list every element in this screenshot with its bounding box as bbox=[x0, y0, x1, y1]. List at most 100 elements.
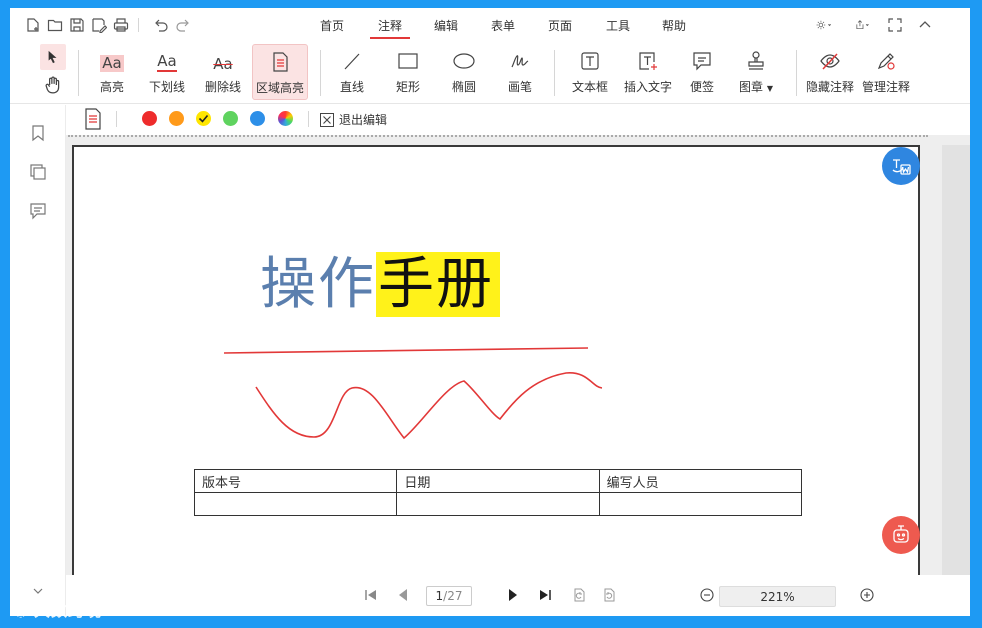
sticky-note-icon bbox=[691, 44, 713, 72]
underline-icon: Aa bbox=[157, 52, 177, 72]
save-as-icon[interactable] bbox=[90, 16, 108, 34]
table-header-cell: 编写人员 bbox=[598, 469, 803, 493]
color-swatch-yellow[interactable] bbox=[196, 111, 211, 126]
bookmark-icon[interactable] bbox=[29, 124, 47, 142]
select-tool[interactable] bbox=[40, 44, 66, 70]
ellipse-tool[interactable]: 椭圆 bbox=[450, 44, 478, 100]
collapse-ribbon-icon[interactable] bbox=[916, 16, 934, 34]
comments-icon[interactable] bbox=[29, 202, 47, 220]
tab-form[interactable]: 表单 bbox=[491, 17, 515, 34]
stamp-icon bbox=[745, 44, 767, 72]
tab-page[interactable]: 页面 bbox=[548, 17, 572, 34]
rectangle-tool[interactable]: 矩形 bbox=[394, 44, 422, 100]
new-file-icon[interactable] bbox=[24, 16, 42, 34]
close-box-icon bbox=[320, 112, 334, 127]
rotate-left-icon[interactable] bbox=[570, 586, 588, 604]
ellipse-icon bbox=[453, 44, 475, 72]
version-table: 版本号 日期 编写人员 bbox=[193, 469, 803, 516]
print-icon[interactable] bbox=[112, 16, 130, 34]
rectangle-icon bbox=[397, 44, 419, 72]
page-number-input[interactable]: 1/27 bbox=[426, 586, 472, 606]
sticky-note-tool[interactable]: 便签 bbox=[688, 44, 716, 100]
robot-icon bbox=[893, 525, 909, 543]
redo-icon[interactable] bbox=[174, 16, 192, 34]
divider bbox=[554, 50, 555, 96]
hand-tool-icon[interactable] bbox=[44, 76, 64, 96]
divider bbox=[320, 50, 321, 96]
color-swatch-red[interactable] bbox=[142, 111, 157, 126]
open-folder-icon[interactable] bbox=[46, 16, 64, 34]
zoom-level-input[interactable]: 221% bbox=[719, 586, 836, 607]
document-viewport[interactable]: 操作手册 版本号 日期 编写人员 bbox=[66, 135, 970, 575]
divider bbox=[78, 50, 79, 96]
stamp-tool[interactable]: 图章 ▼ bbox=[736, 44, 776, 100]
table-cell bbox=[598, 492, 803, 516]
color-swatch-orange[interactable] bbox=[169, 111, 184, 126]
color-swatch-green[interactable] bbox=[223, 111, 238, 126]
area-highlight-icon bbox=[269, 45, 291, 73]
strikethrough-icon: Aa bbox=[213, 55, 233, 73]
prev-page-icon[interactable] bbox=[394, 586, 412, 604]
table-cell bbox=[396, 492, 600, 516]
thumbnails-icon[interactable] bbox=[29, 163, 47, 181]
tab-edit[interactable]: 编辑 bbox=[434, 17, 458, 34]
table-row bbox=[193, 492, 803, 516]
pen-icon bbox=[509, 44, 531, 72]
ai-assistant-button[interactable] bbox=[882, 516, 920, 554]
color-swatch-blue[interactable] bbox=[250, 111, 265, 126]
next-page-icon[interactable] bbox=[504, 586, 522, 604]
tab-help[interactable]: 帮助 bbox=[662, 17, 686, 34]
table-header-cell: 版本号 bbox=[193, 469, 398, 493]
document-page[interactable]: 操作手册 版本号 日期 编写人员 bbox=[72, 145, 920, 575]
annotation-ribbon: Aa 高亮 Aa 下划线 Aa 删除线 区域高亮 直线 矩形 椭圆 画笔 文本框… bbox=[10, 42, 970, 104]
line-icon bbox=[341, 44, 363, 72]
area-highlight-icon[interactable] bbox=[84, 108, 102, 130]
highlight-tool[interactable]: Aa 高亮 bbox=[96, 44, 128, 100]
table-row: 版本号 日期 编写人员 bbox=[193, 469, 803, 493]
watermark-bubble-icon: ᐧ◌ bbox=[10, 605, 28, 620]
exit-edit-button[interactable]: 退出编辑 bbox=[320, 111, 387, 128]
vertical-scrollbar[interactable] bbox=[942, 145, 970, 575]
textbox-icon bbox=[579, 44, 601, 72]
convert-to-word-button[interactable] bbox=[882, 147, 920, 185]
fullscreen-icon[interactable] bbox=[886, 16, 904, 34]
share-icon[interactable] bbox=[850, 16, 876, 34]
first-page-icon[interactable] bbox=[362, 586, 380, 604]
zoom-out-icon[interactable] bbox=[698, 586, 716, 604]
undo-icon[interactable] bbox=[152, 16, 170, 34]
eye-off-icon bbox=[819, 44, 841, 72]
hide-annotations-tool[interactable]: 隐藏注释 bbox=[806, 44, 854, 100]
area-highlight-tool[interactable]: 区域高亮 bbox=[252, 44, 308, 100]
expand-sidebar-chevron-icon[interactable] bbox=[31, 583, 45, 597]
tab-annotate[interactable]: 注释 bbox=[369, 17, 411, 39]
insert-text-icon bbox=[637, 44, 659, 72]
chevron-down-icon: ▼ bbox=[766, 84, 773, 93]
watermark-logo: ᐧ◌ 大数跨境 bbox=[10, 601, 102, 620]
highlighted-title-text: 手册 bbox=[376, 252, 500, 317]
convert-word-icon bbox=[892, 159, 911, 175]
tab-tools[interactable]: 工具 bbox=[606, 17, 630, 34]
theme-brightness-icon[interactable] bbox=[810, 16, 838, 34]
underline-tool[interactable]: Aa 下划线 bbox=[148, 44, 186, 100]
tab-home[interactable]: 首页 bbox=[320, 17, 344, 34]
top-menu-bar: 首页 注释 编辑 表单 页面 工具 帮助 bbox=[10, 8, 970, 42]
rotate-right-icon[interactable] bbox=[600, 586, 618, 604]
insert-text-tool[interactable]: 插入文字 bbox=[622, 44, 674, 100]
textbox-tool[interactable]: 文本框 bbox=[570, 44, 610, 100]
strikethrough-tool[interactable]: Aa 删除线 bbox=[204, 44, 242, 100]
last-page-icon[interactable] bbox=[536, 586, 554, 604]
table-header-cell: 日期 bbox=[396, 469, 600, 493]
divider bbox=[796, 50, 797, 96]
pen-tool[interactable]: 画笔 bbox=[506, 44, 534, 100]
freehand-ink-annotation bbox=[255, 372, 603, 440]
line-tool[interactable]: 直线 bbox=[338, 44, 366, 100]
check-icon bbox=[198, 114, 209, 123]
color-picker-wheel-icon[interactable] bbox=[278, 111, 293, 126]
save-icon[interactable] bbox=[68, 16, 86, 34]
manage-annotations-tool[interactable]: 管理注释 bbox=[862, 44, 910, 100]
divider bbox=[116, 111, 117, 127]
divider bbox=[138, 18, 139, 32]
manage-annotations-icon bbox=[875, 44, 897, 72]
divider bbox=[308, 111, 309, 127]
zoom-in-icon[interactable] bbox=[858, 586, 876, 604]
